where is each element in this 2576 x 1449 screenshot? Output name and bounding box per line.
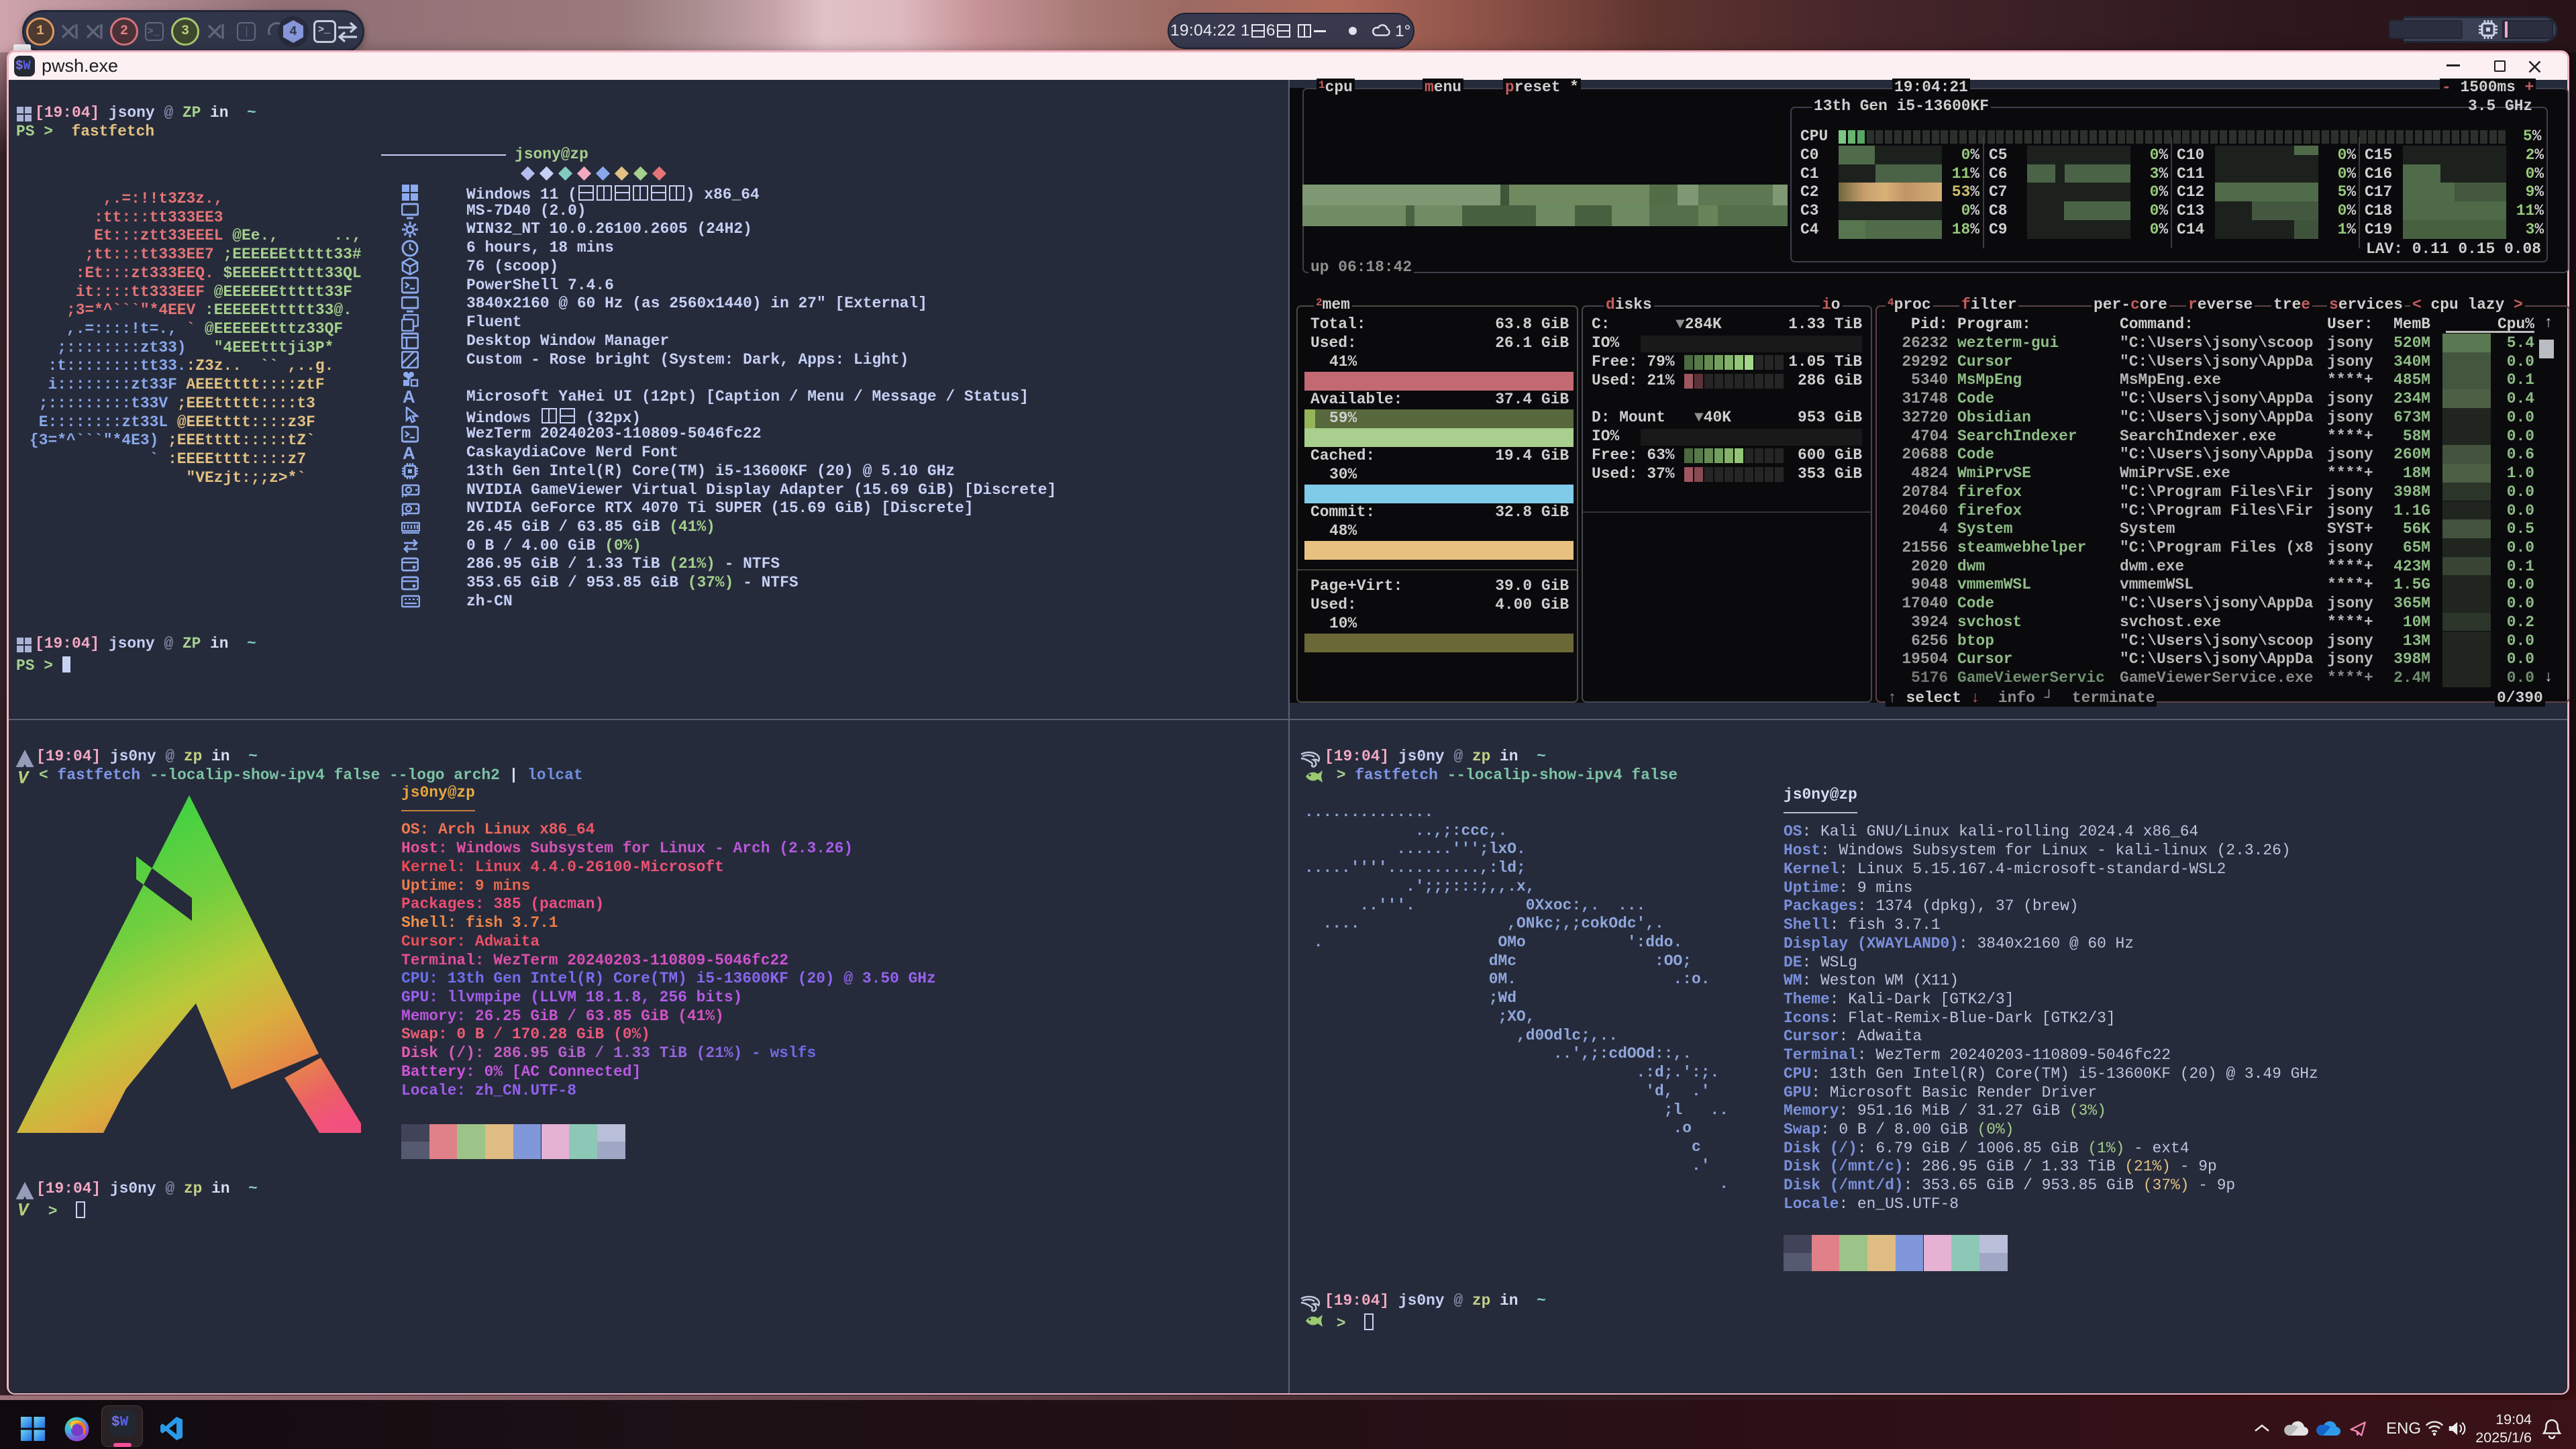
svg-text:A: A bbox=[403, 444, 415, 462]
svg-text:A: A bbox=[403, 388, 415, 405]
